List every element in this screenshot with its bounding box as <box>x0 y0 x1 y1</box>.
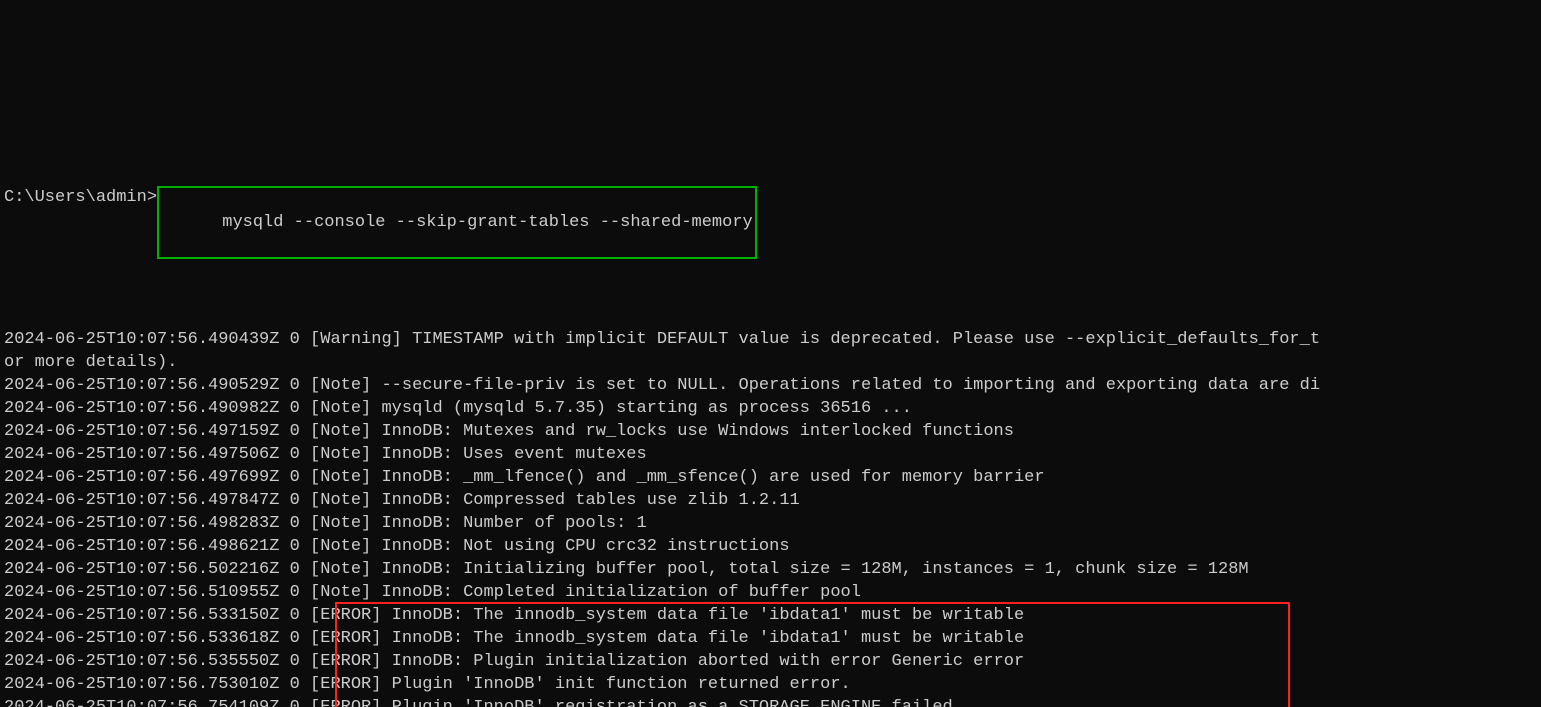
log-line: 2024-06-25T10:07:56.754109Z 0 [ERROR] Pl… <box>4 696 1537 707</box>
log-line: 2024-06-25T10:07:56.533150Z 0 [ERROR] In… <box>4 604 1537 627</box>
log-line: 2024-06-25T10:07:56.497506Z 0 [Note] Inn… <box>4 443 1537 466</box>
log-line: or more details). <box>4 351 1537 374</box>
log-line: 2024-06-25T10:07:56.490982Z 0 [Note] mys… <box>4 397 1537 420</box>
log-line: 2024-06-25T10:07:56.753010Z 0 [ERROR] Pl… <box>4 673 1537 696</box>
log-line: 2024-06-25T10:07:56.533618Z 0 [ERROR] In… <box>4 627 1537 650</box>
log-line: 2024-06-25T10:07:56.497699Z 0 [Note] Inn… <box>4 466 1537 489</box>
command-highlight-box: mysqld --console --skip-grant-tables --s… <box>157 186 757 259</box>
prompt-line: C:\Users\admin> mysqld --console --skip-… <box>4 186 1537 259</box>
terminal-window[interactable]: C:\Users\admin> mysqld --console --skip-… <box>0 115 1541 707</box>
command-text: mysqld --console --skip-grant-tables --s… <box>222 213 753 232</box>
log-line: 2024-06-25T10:07:56.490529Z 0 [Note] --s… <box>4 374 1537 397</box>
log-line: 2024-06-25T10:07:56.498621Z 0 [Note] Inn… <box>4 535 1537 558</box>
log-line: 2024-06-25T10:07:56.510955Z 0 [Note] Inn… <box>4 581 1537 604</box>
log-line: 2024-06-25T10:07:56.497159Z 0 [Note] Inn… <box>4 420 1537 443</box>
log-line: 2024-06-25T10:07:56.497847Z 0 [Note] Inn… <box>4 489 1537 512</box>
log-line: 2024-06-25T10:07:56.535550Z 0 [ERROR] In… <box>4 650 1537 673</box>
log-output: 2024-06-25T10:07:56.490439Z 0 [Warning] … <box>4 328 1537 707</box>
log-line: 2024-06-25T10:07:56.502216Z 0 [Note] Inn… <box>4 558 1537 581</box>
log-line: 2024-06-25T10:07:56.490439Z 0 [Warning] … <box>4 328 1537 351</box>
log-line: 2024-06-25T10:07:56.498283Z 0 [Note] Inn… <box>4 512 1537 535</box>
prompt-path: C:\Users\admin> <box>4 186 157 209</box>
